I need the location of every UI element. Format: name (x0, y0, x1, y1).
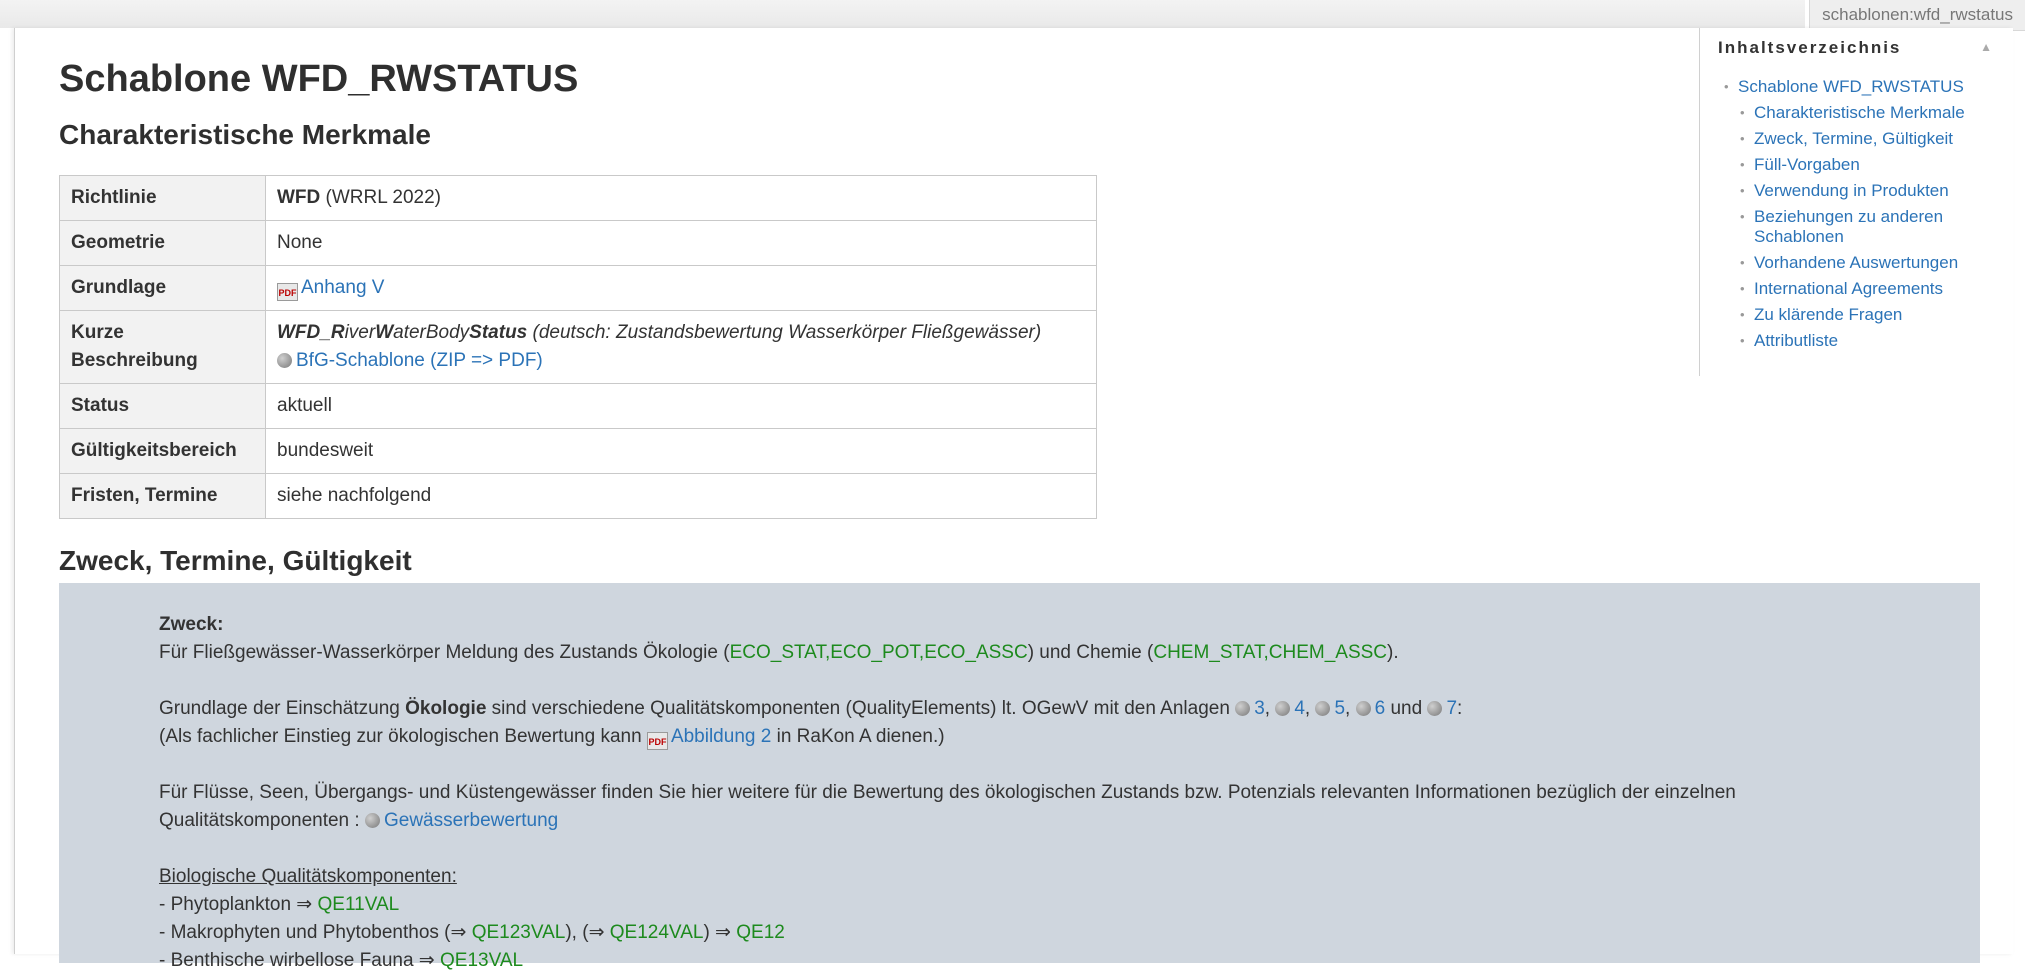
zweck-text: Zweck: Für Fließgewässer-Wasserkörper Me… (59, 583, 1980, 975)
zweck-label: Zweck: (159, 614, 224, 635)
anlage-7-link[interactable]: 7 (1446, 698, 1457, 719)
globe-icon (1355, 701, 1371, 716)
bio-line-2: - Makrophyten und Phytobenthos (⇒ QE123V… (159, 922, 785, 943)
row-value: bundesweit (265, 428, 1097, 474)
table-of-contents: Inhaltsverzeichnis ▲ Schablone WFD_RWSTA… (1699, 28, 2012, 376)
bfg-schablone-link[interactable]: BfG-Schablone (ZIP => PDF) (296, 350, 543, 371)
table-row: Gültigkeitsbereich bundesweit (59, 428, 1097, 474)
collapse-icon[interactable]: ▲ (1980, 40, 1992, 54)
table-row: Fristen, Termine siehe nachfolgend (59, 473, 1097, 519)
toc-item: Attributliste (1738, 331, 2012, 351)
anlage-4-link[interactable]: 4 (1294, 698, 1305, 719)
row-label: Gültigkeitsbereich (59, 428, 266, 474)
row-value: WFD_RiverWaterBodyStatus (deutsch: Zusta… (265, 310, 1097, 384)
zweck-line-4: Für Flüsse, Seen, Übergangs- und Küsteng… (159, 782, 1736, 803)
toc-item: Füll-Vorgaben (1738, 155, 2012, 175)
pdf-icon: PDF (277, 283, 298, 301)
gewaesserbewertung-link[interactable]: Gewässerbewertung (384, 810, 558, 831)
zweck-line-3: (Als fachlicher Einstieg zur ökologische… (159, 723, 1980, 751)
row-label: Status (59, 383, 266, 429)
toc-sublist: Charakteristische Merkmale Zweck, Termin… (1738, 103, 2012, 351)
toc-heading: Inhaltsverzeichnis (1718, 38, 1902, 57)
zweck-line-5: Qualitätskomponenten : Gewässerbewertung (159, 810, 559, 831)
row-label: Kurze Beschreibung (59, 310, 266, 384)
pdf-icon: PDF (646, 732, 668, 750)
abbildung-2-link[interactable]: Abbildung 2 (671, 726, 771, 747)
toc-link[interactable]: Füll-Vorgaben (1754, 155, 1860, 174)
toc-link[interactable]: Beziehungen zu anderen Schablonen (1754, 207, 1943, 246)
bio-line-3: - Benthische wirbellose Fauna ⇒ QE13VAL (159, 950, 524, 971)
globe-icon (1427, 701, 1443, 716)
toc-item: Zu klärende Fragen (1738, 305, 2012, 325)
table-row: Kurze Beschreibung WFD_RiverWaterBodySta… (59, 310, 1097, 384)
row-value: siehe nachfolgend (265, 473, 1097, 519)
bio-heading: Biologische Qualitätskomponenten: (159, 866, 457, 887)
row-value: None (265, 220, 1097, 266)
bio-line-1: - Phytoplankton ⇒ QE11VAL (159, 894, 400, 915)
metadata-table: Richtlinie WFD (WRRL 2022) Geometrie Non… (59, 175, 1097, 519)
row-value: aktuell (265, 383, 1097, 429)
short-description: WFD_RiverWaterBodyStatus (deutsch: Zusta… (277, 322, 1042, 343)
anlage-3-link[interactable]: 3 (1254, 698, 1265, 719)
table-row: Status aktuell (59, 383, 1097, 429)
zweck-line-1: Für Fließgewässer-Wasserkörper Meldung d… (159, 642, 1399, 663)
toc-link[interactable]: Charakteristische Merkmale (1754, 103, 1965, 122)
zweck-box: Zweck: Für Fließgewässer-Wasserkörper Me… (59, 583, 1980, 971)
toc-link[interactable]: Zu klärende Fragen (1754, 305, 1902, 324)
table-row: Grundlage PDF Anhang V (59, 265, 1097, 311)
toc-link[interactable]: International Agreements (1754, 279, 1943, 298)
anhang-v-link[interactable]: Anhang V (301, 277, 384, 298)
table-row: Richtlinie WFD (WRRL 2022) (59, 175, 1097, 221)
globe-icon (364, 813, 380, 828)
row-label: Geometrie (59, 220, 266, 266)
toc-link[interactable]: Zweck, Termine, Gültigkeit (1754, 129, 1953, 148)
toc-item: Zweck, Termine, Gültigkeit (1738, 129, 2012, 149)
toc-item-top: Schablone WFD_RWSTATUS Charakteristische… (1722, 77, 2012, 351)
globe-icon (1315, 701, 1331, 716)
row-label: Grundlage (59, 265, 266, 311)
top-bar (0, 0, 1805, 28)
anlage-6-link[interactable]: 6 (1375, 698, 1386, 719)
toc-link[interactable]: Schablone WFD_RWSTATUS (1738, 77, 1964, 96)
toc-link[interactable]: Attributliste (1754, 331, 1838, 350)
zweck-line-2: Grundlage der Einschätzung Ökologie sind… (159, 698, 1463, 719)
row-value: PDF Anhang V (265, 265, 1097, 311)
globe-icon (277, 353, 292, 368)
row-label: Fristen, Termine (59, 473, 266, 519)
toc-list: Schablone WFD_RWSTATUS Charakteristische… (1722, 77, 2012, 357)
toc-link[interactable]: Vorhandene Auswertungen (1754, 253, 1958, 272)
section-heading-zweck: Zweck, Termine, Gültigkeit (59, 545, 412, 576)
toc-item: Vorhandene Auswertungen (1738, 253, 2012, 273)
page-id: schablonen:wfd_rwstatus (1809, 0, 2025, 31)
toc-item: Verwendung in Produkten (1738, 181, 2012, 201)
richtlinie-code: WFD (277, 187, 321, 208)
row-label: Richtlinie (59, 175, 266, 221)
globe-icon (1275, 701, 1291, 716)
richtlinie-detail: (WRRL 2022) (320, 187, 441, 208)
table-row: Geometrie None (59, 220, 1097, 266)
toc-item: International Agreements (1738, 279, 2012, 299)
toc-item: Beziehungen zu anderen Schablonen (1738, 207, 2012, 247)
globe-icon (1235, 701, 1251, 716)
toc-item: Charakteristische Merkmale (1738, 103, 2012, 123)
anlage-5-link[interactable]: 5 (1334, 698, 1345, 719)
toc-link[interactable]: Verwendung in Produkten (1754, 181, 1949, 200)
row-value: WFD (WRRL 2022) (265, 175, 1097, 221)
